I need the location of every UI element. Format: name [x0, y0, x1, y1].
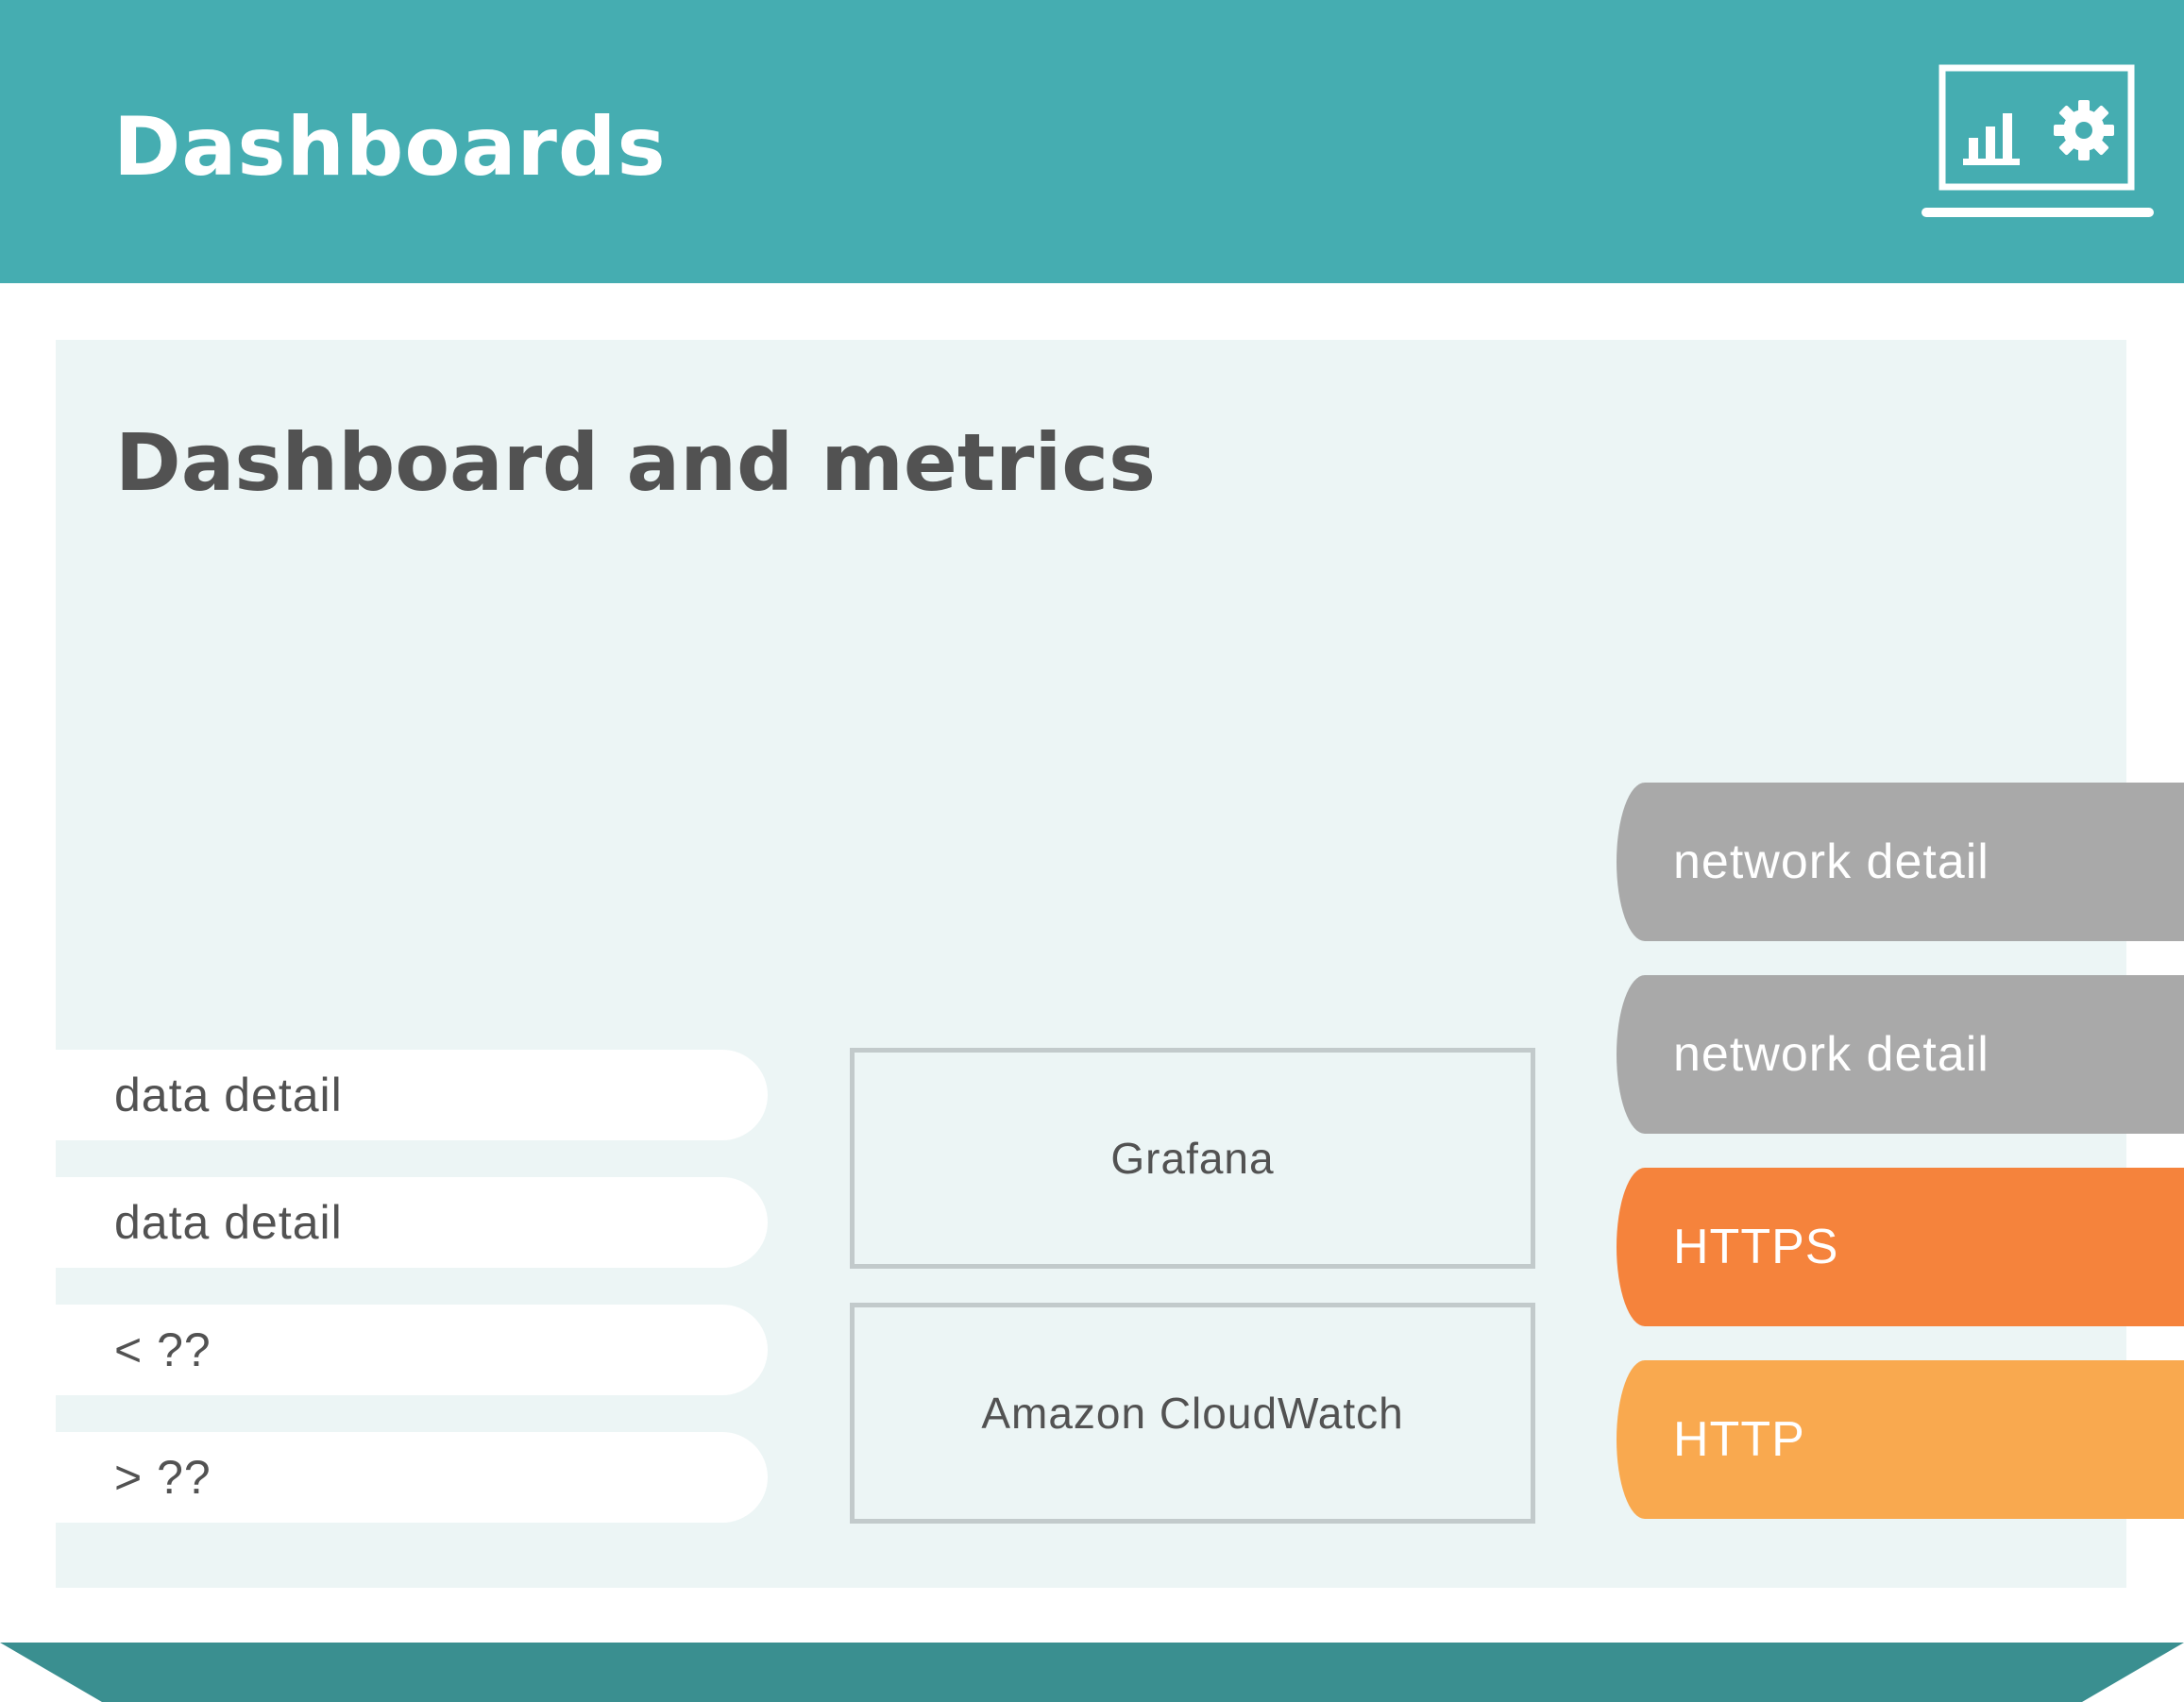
grafana-box[interactable]: Grafana [850, 1048, 1535, 1269]
data-detail-item[interactable]: data detail [56, 1177, 768, 1268]
https-tab[interactable]: HTTPS [1617, 1168, 2184, 1326]
less-than-item[interactable]: < ?? [56, 1305, 768, 1395]
dashboard-monitor-icon [1922, 64, 2154, 217]
panel-title: Dashboard and metrics [115, 416, 1157, 509]
data-detail-item[interactable]: data detail [56, 1050, 768, 1140]
header-title: Dashboards [113, 100, 667, 194]
header-bar: Dashboards [0, 0, 2184, 283]
network-detail-tab[interactable]: network detail [1617, 783, 2184, 941]
greater-than-item[interactable]: > ?? [56, 1432, 768, 1523]
cloudwatch-box[interactable]: Amazon CloudWatch [850, 1303, 1535, 1524]
footer-base [0, 1643, 2184, 1702]
http-tab[interactable]: HTTP [1617, 1360, 2184, 1519]
network-detail-tab[interactable]: network detail [1617, 975, 2184, 1134]
